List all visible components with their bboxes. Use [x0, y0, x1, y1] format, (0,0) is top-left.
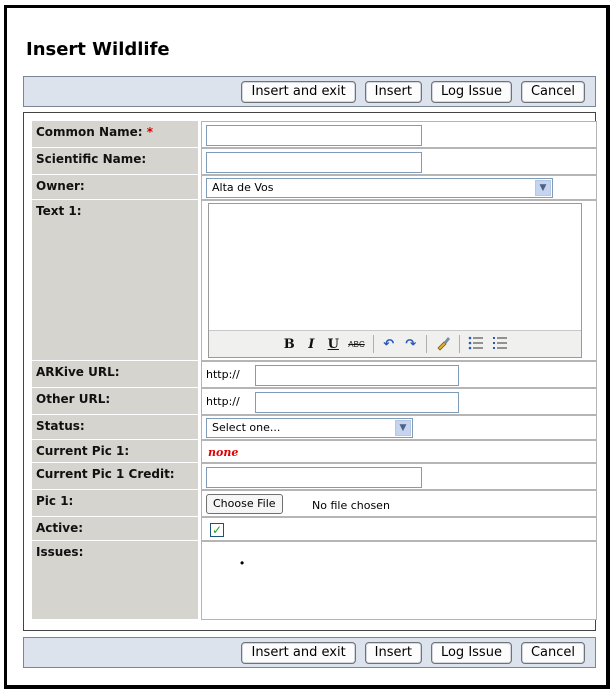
current-pic1-credit-label: Current Pic 1 Credit: — [32, 463, 198, 490]
current-pic1-credit-cell — [201, 463, 597, 490]
row-current-pic1: Current Pic 1: none — [32, 440, 597, 463]
row-arkive-url: ARKive URL: http:// — [32, 361, 597, 388]
row-scientific-name: Scientific Name: — [32, 148, 597, 175]
current-pic1-value: none — [208, 446, 239, 459]
common-name-label: Common Name: * — [32, 121, 198, 148]
row-issues: Issues: • — [32, 541, 597, 620]
status-selected-value: Select one... — [212, 421, 281, 434]
row-common-name: Common Name: * — [32, 121, 597, 148]
log-issue-button[interactable]: Log Issue — [430, 81, 512, 103]
status-cell: Select one... ▼ — [201, 415, 597, 440]
active-cell: ✓ — [201, 517, 597, 541]
insert-and-exit-button[interactable]: Insert and exit — [241, 81, 356, 103]
owner-select[interactable]: Alta de Vos ▼ — [206, 178, 553, 198]
pic1-label: Pic 1: — [32, 490, 198, 517]
row-status: Status: Select one... ▼ — [32, 415, 597, 440]
file-status-text: No file chosen — [312, 499, 390, 512]
unordered-list-icon[interactable] — [468, 336, 484, 353]
toolbar-separator — [425, 335, 427, 353]
wildlife-form: Common Name: * Scientific Name: Owner: A… — [23, 112, 597, 631]
other-url-prefix: http:// — [206, 395, 240, 408]
scientific-name-input[interactable] — [206, 152, 422, 173]
insert-button[interactable]: Insert — [364, 81, 422, 103]
row-pic1: Pic 1: Choose File No file chosen — [32, 490, 597, 517]
owner-cell: Alta de Vos ▼ — [201, 175, 597, 200]
arkive-url-input[interactable] — [255, 365, 459, 386]
arkive-url-cell: http:// — [201, 361, 597, 388]
row-owner: Owner: Alta de Vos ▼ — [32, 175, 597, 200]
issues-cell: • — [201, 541, 597, 620]
common-name-cell — [201, 121, 597, 148]
common-name-input[interactable] — [206, 125, 422, 146]
bottom-button-bar: Insert and exit Insert Log Issue Cancel — [23, 637, 596, 668]
ordered-list-icon[interactable] — [492, 336, 508, 353]
insert-and-exit-button[interactable]: Insert and exit — [241, 642, 356, 664]
common-name-label-text: Common Name: — [36, 125, 143, 139]
scientific-name-cell — [201, 148, 597, 175]
checkmark-icon: ✓ — [211, 523, 223, 537]
toolbar-separator — [458, 335, 460, 353]
current-pic1-cell: none — [201, 440, 597, 463]
status-select[interactable]: Select one... ▼ — [206, 418, 413, 438]
other-url-label: Other URL: — [32, 388, 198, 415]
choose-file-button[interactable]: Choose File — [206, 494, 283, 514]
scientific-name-label: Scientific Name: — [32, 148, 198, 175]
underline-button[interactable]: U — [326, 337, 340, 352]
row-active: Active: ✓ — [32, 517, 597, 541]
issues-bullet: • — [240, 556, 245, 570]
insert-button[interactable]: Insert — [364, 642, 422, 664]
chevron-down-icon[interactable]: ▼ — [535, 180, 551, 196]
owner-label: Owner: — [32, 175, 198, 200]
row-other-url: Other URL: http:// — [32, 388, 597, 415]
other-url-input[interactable] — [255, 392, 459, 413]
other-url-cell: http:// — [201, 388, 597, 415]
cancel-button[interactable]: Cancel — [520, 81, 585, 103]
redo-icon[interactable]: ↷ — [404, 336, 418, 352]
text1-rich-editor[interactable]: B I U ABC ↶ ↷ — [208, 203, 582, 358]
arkive-url-label: ARKive URL: — [32, 361, 198, 388]
row-text1: Text 1: B I U ABC ↶ ↷ — [32, 200, 597, 361]
active-checkbox[interactable]: ✓ — [210, 523, 224, 537]
current-pic1-credit-input[interactable] — [206, 467, 422, 488]
top-button-bar: Insert and exit Insert Log Issue Cancel — [23, 76, 596, 107]
italic-button[interactable]: I — [304, 337, 318, 352]
cancel-button[interactable]: Cancel — [520, 642, 585, 664]
page-title: Insert Wildlife — [26, 39, 170, 60]
toolbar-separator — [372, 335, 374, 353]
chevron-down-icon[interactable]: ▼ — [395, 420, 411, 436]
editor-toolbar: B I U ABC ↶ ↷ — [209, 330, 581, 357]
text1-cell: B I U ABC ↶ ↷ — [201, 200, 597, 361]
owner-selected-value: Alta de Vos — [212, 181, 274, 194]
issues-label: Issues: — [32, 541, 198, 620]
log-issue-button[interactable]: Log Issue — [430, 642, 512, 664]
pic1-cell: Choose File No file chosen — [201, 490, 597, 517]
required-marker: * — [146, 125, 154, 139]
row-current-pic1-credit: Current Pic 1 Credit: — [32, 463, 597, 490]
text1-label: Text 1: — [32, 200, 198, 361]
bold-button[interactable]: B — [282, 337, 296, 352]
strikethrough-button[interactable]: ABC — [348, 340, 364, 349]
arkive-url-prefix: http:// — [206, 368, 240, 381]
undo-icon[interactable]: ↶ — [382, 336, 396, 352]
cleanup-icon[interactable] — [435, 335, 451, 354]
current-pic1-label: Current Pic 1: — [32, 440, 198, 463]
active-label: Active: — [32, 517, 198, 541]
status-label: Status: — [32, 415, 198, 440]
